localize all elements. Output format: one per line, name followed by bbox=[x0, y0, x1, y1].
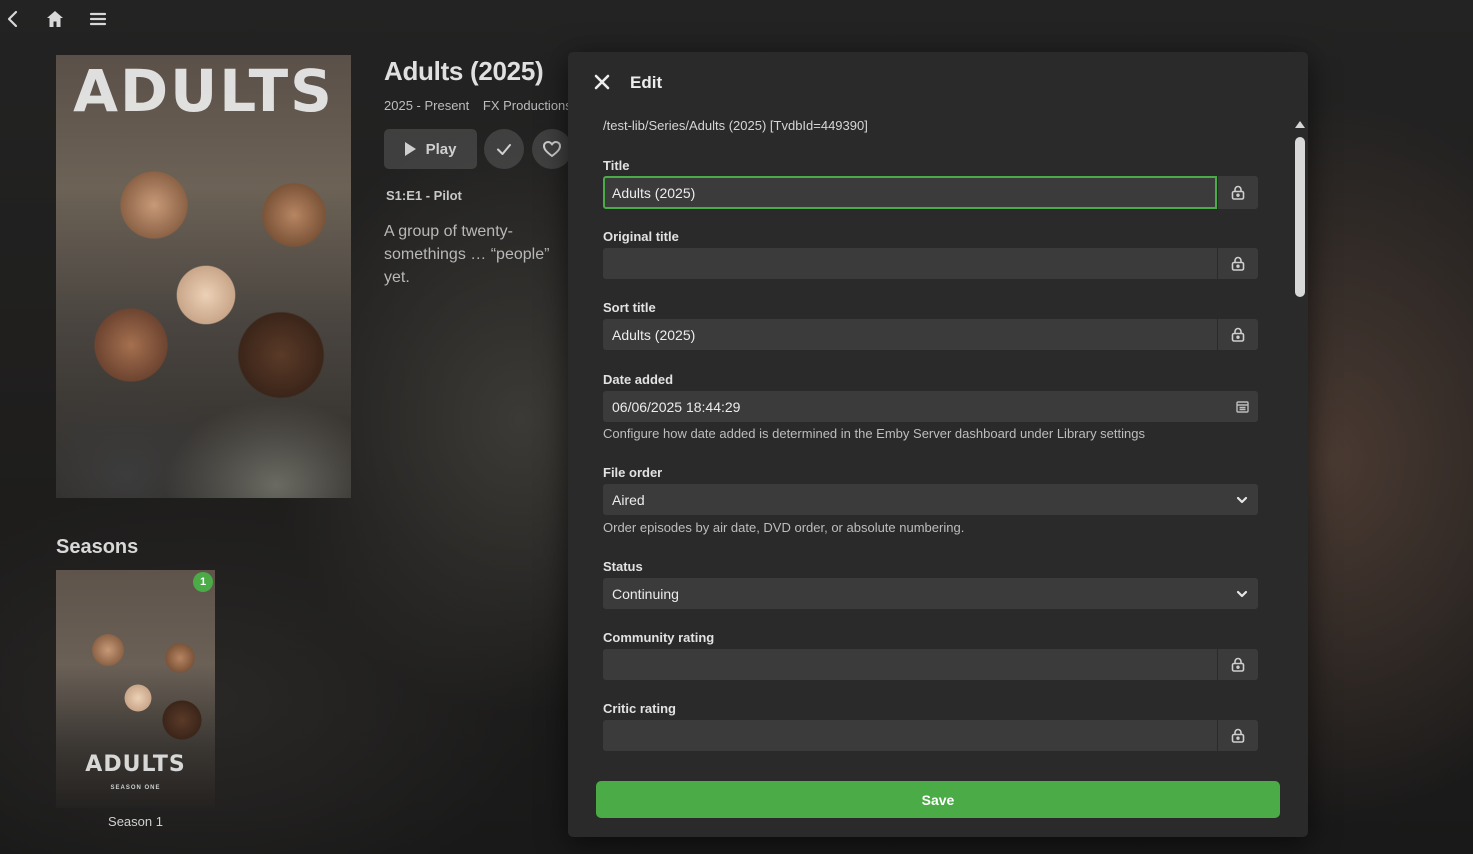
sort-title-label: Sort title bbox=[603, 300, 656, 315]
season-label[interactable]: Season 1 bbox=[56, 814, 215, 829]
file-order-select[interactable]: Aired bbox=[603, 484, 1258, 515]
series-meta: 2025 - Present FX Productions bbox=[384, 98, 572, 113]
critic-rating-lock-button[interactable] bbox=[1217, 720, 1258, 751]
date-added-input[interactable]: 06/06/2025 18:44:29 bbox=[603, 391, 1258, 422]
critic-rating-label: Critic rating bbox=[603, 701, 676, 716]
close-icon bbox=[594, 74, 610, 90]
lock-icon bbox=[1231, 327, 1245, 342]
scrollbar-thumb[interactable] bbox=[1295, 137, 1305, 297]
file-order-help: Order episodes by air date, DVD order, o… bbox=[603, 520, 965, 535]
sort-title-input[interactable] bbox=[603, 319, 1217, 350]
chevron-down-icon bbox=[1236, 496, 1248, 503]
next-episode-link[interactable]: S1:E1 - Pilot bbox=[386, 188, 462, 203]
play-icon bbox=[404, 142, 416, 156]
calendar-icon[interactable] bbox=[1236, 400, 1249, 413]
season-art-subtitle: SEASON ONE bbox=[110, 785, 161, 791]
play-button[interactable]: Play bbox=[384, 129, 477, 169]
mark-played-button[interactable] bbox=[484, 129, 524, 169]
community-rating-label: Community rating bbox=[603, 630, 715, 645]
poster-title-text: ADULTS bbox=[73, 57, 334, 125]
series-years: 2025 - Present bbox=[384, 98, 470, 113]
lock-icon bbox=[1231, 657, 1245, 672]
favorite-button[interactable] bbox=[532, 129, 572, 169]
status-value: Continuing bbox=[612, 585, 679, 602]
scroll-up-arrow-icon[interactable] bbox=[1295, 121, 1305, 128]
chevron-left-icon bbox=[7, 10, 18, 28]
community-rating-input[interactable] bbox=[603, 649, 1217, 680]
original-title-input[interactable] bbox=[603, 248, 1217, 279]
checkmark-icon bbox=[497, 144, 511, 155]
status-select[interactable]: Continuing bbox=[603, 578, 1258, 609]
sort-title-lock-button[interactable] bbox=[1217, 319, 1258, 350]
date-added-help: Configure how date added is determined i… bbox=[603, 426, 1145, 441]
series-studio[interactable]: FX Productions bbox=[483, 98, 572, 113]
play-label: Play bbox=[425, 140, 457, 158]
lock-icon bbox=[1231, 256, 1245, 271]
title-input[interactable] bbox=[603, 176, 1217, 209]
title-lock-button[interactable] bbox=[1217, 176, 1258, 209]
community-rating-lock-button[interactable] bbox=[1217, 649, 1258, 680]
dialog-title: Edit bbox=[630, 73, 663, 92]
menu-button[interactable] bbox=[87, 8, 109, 30]
home-button[interactable] bbox=[44, 8, 66, 30]
home-icon bbox=[47, 11, 63, 27]
series-poster[interactable]: ADULTS bbox=[56, 55, 351, 498]
lock-icon bbox=[1231, 185, 1245, 200]
hamburger-menu-icon bbox=[89, 12, 107, 26]
title-label: Title bbox=[603, 158, 630, 173]
date-added-value: 06/06/2025 18:44:29 bbox=[612, 398, 741, 415]
lock-icon bbox=[1231, 728, 1245, 743]
file-order-value: Aired bbox=[612, 491, 645, 508]
series-overview: A group of twenty-somethings … “people” … bbox=[384, 223, 550, 286]
series-title: Adults (2025) bbox=[384, 56, 544, 86]
close-button[interactable] bbox=[591, 71, 613, 93]
season-art-title: ADULTS bbox=[85, 752, 186, 777]
date-added-label: Date added bbox=[603, 372, 674, 387]
item-path: /test-lib/Series/Adults (2025) [TvdbId=4… bbox=[603, 118, 868, 133]
original-title-lock-button[interactable] bbox=[1217, 248, 1258, 279]
file-order-label: File order bbox=[603, 465, 663, 480]
seasons-heading: Seasons bbox=[56, 536, 139, 558]
save-button[interactable]: Save bbox=[596, 781, 1280, 818]
unplayed-count-badge: 1 bbox=[193, 572, 213, 592]
back-button[interactable] bbox=[2, 8, 24, 30]
heart-icon bbox=[543, 141, 561, 157]
original-title-label: Original title bbox=[603, 229, 679, 244]
critic-rating-input[interactable] bbox=[603, 720, 1217, 751]
status-label: Status bbox=[603, 559, 643, 574]
chevron-down-icon bbox=[1236, 590, 1248, 597]
